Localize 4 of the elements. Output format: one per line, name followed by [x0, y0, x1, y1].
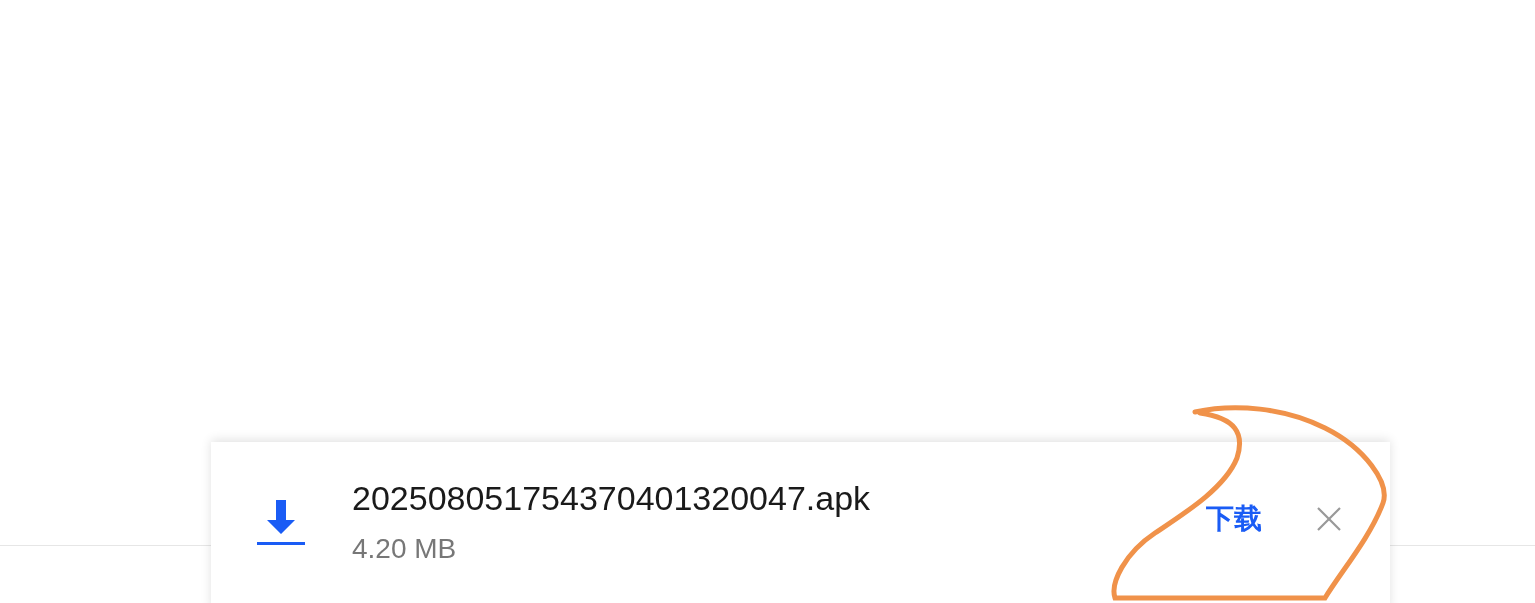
file-size: 4.20 MB	[352, 532, 458, 566]
file-name: 202508051754370401320047.apk	[352, 478, 871, 518]
close-icon[interactable]	[1316, 506, 1342, 532]
download-button[interactable]: 下载	[1198, 498, 1270, 540]
